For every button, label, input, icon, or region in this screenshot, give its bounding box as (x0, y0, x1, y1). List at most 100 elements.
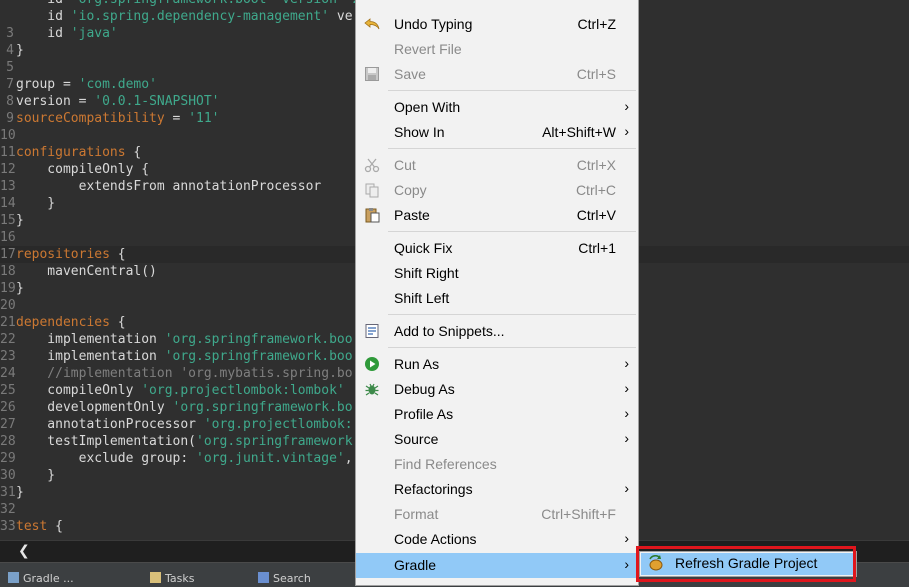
chevron-right-icon: › (624, 380, 629, 396)
code-line[interactable]: 25 compileOnly 'org.projectlombok:lombok… (0, 382, 345, 399)
code-token: annotationProcessor (16, 417, 204, 432)
bottom-tab-search[interactable]: Search (258, 572, 311, 587)
menu-separator (388, 90, 636, 91)
code-line[interactable]: 28 testImplementation('org.springframewo… (0, 433, 353, 450)
code-token: developmentOnly (16, 400, 173, 415)
code-line[interactable]: 3 id 'java' (0, 25, 118, 42)
code-line[interactable]: 9 sourceCompatibility = '11' (0, 110, 219, 127)
code-token: implementation (16, 332, 165, 347)
code-token: exclude group: (16, 451, 197, 466)
menu-separator (388, 314, 636, 315)
code-line[interactable]: 20 (0, 297, 16, 314)
code-line[interactable]: 31} (0, 484, 24, 501)
menu-item-shortcut: Alt+Shift+W (542, 124, 616, 140)
code-token: mavenCentral() (16, 264, 157, 279)
code-line[interactable]: 7 group = 'com.demo' (0, 76, 157, 93)
menu-item-debug-as[interactable]: Debug As › (356, 377, 638, 402)
line-number: 9 (6, 111, 14, 126)
menu-item-shortcut: Ctrl+S (576, 66, 616, 82)
code-token: } (16, 196, 56, 211)
code-token: 'org.projectlombok: (203, 417, 353, 432)
menu-item-label: Shift Right (394, 265, 459, 281)
code-token: implementation (16, 349, 165, 364)
code-token: testImplementation( (16, 434, 197, 449)
chevron-right-icon: › (624, 98, 629, 114)
chevron-right-icon: › (624, 530, 629, 546)
line-number: 17 (0, 247, 16, 262)
code-line[interactable]: 15} (0, 212, 24, 229)
menu-item-refresh-gradle-project[interactable]: Refresh Gradle Project (641, 553, 855, 575)
menu-item-code-actions[interactable]: Code Actions › (356, 527, 638, 552)
code-line[interactable]: 16 (0, 229, 16, 246)
menu-item-undo-typing[interactable]: Undo Typing Ctrl+Z (356, 12, 638, 37)
bottom-tab-tasks[interactable]: Tasks (150, 572, 194, 587)
code-line[interactable]: 12 compileOnly { (0, 161, 149, 178)
menu-item-copy[interactable]: Copy Ctrl+C (356, 178, 638, 203)
code-token: 'org.springframework.boo (164, 332, 353, 347)
code-line[interactable]: 26 developmentOnly 'org.springframework.… (0, 399, 353, 416)
menu-item-refactorings[interactable]: Refactorings › (356, 477, 638, 502)
menu-item-run-as[interactable]: Run As › (356, 352, 638, 377)
menu-item-add-to-snippets[interactable]: Add to Snippets... (356, 319, 638, 344)
code-token: ve (329, 9, 353, 24)
line-number: 28 (0, 434, 16, 449)
code-line[interactable]: 29 exclude group: 'org.junit.vintage', (0, 450, 353, 467)
menu-item-save[interactable]: Save Ctrl+S (356, 62, 638, 87)
code-line[interactable]: id 'io.spring.dependency-management' ve (0, 8, 353, 25)
code-line[interactable]: 22 implementation 'org.springframework.b… (0, 331, 353, 348)
chevron-right-icon: › (624, 405, 629, 421)
code-line[interactable]: 30 } (0, 467, 55, 484)
code-line[interactable]: 27 annotationProcessor 'org.projectlombo… (0, 416, 353, 433)
menu-item-source[interactable]: Source › (356, 427, 638, 452)
code-line[interactable]: 5 (0, 59, 16, 76)
menu-item-profile-as[interactable]: Profile As › (356, 402, 638, 427)
line-number: 24 (0, 366, 16, 381)
line-number: 31 (0, 485, 16, 500)
line-number: 7 (6, 77, 14, 92)
code-line[interactable]: 4} (0, 42, 24, 59)
code-line[interactable]: 13 extendsFrom annotationProcessor (0, 178, 321, 195)
code-line[interactable]: 18 mavenCentral() (0, 263, 157, 280)
menu-item-label: Refresh Gradle Project (675, 555, 818, 571)
line-number: 4 (6, 43, 14, 58)
code-line[interactable]: 24 //implementation 'org.mybatis.spring.… (0, 365, 353, 382)
scroll-left-arrow-icon[interactable]: ❮ (18, 543, 30, 559)
menu-item-shift-left[interactable]: Shift Left (356, 286, 638, 311)
cut-icon (364, 157, 380, 173)
code-line[interactable]: 21dependencies { (0, 314, 126, 331)
menu-item-format[interactable]: Format Ctrl+Shift+F (356, 502, 638, 527)
menu-item-label: Quick Fix (394, 240, 453, 256)
menu-item-quick-fix[interactable]: Quick Fix Ctrl+1 (356, 236, 638, 261)
menu-item-open-with[interactable]: Open With › (356, 95, 638, 120)
menu-item-paste[interactable]: Paste Ctrl+V (356, 203, 638, 228)
refresh-gradle-icon (648, 554, 664, 573)
menu-item-find-references[interactable]: Find References (356, 452, 638, 477)
code-line[interactable]: 11configurations { (0, 144, 141, 161)
menu-item-cut[interactable]: Cut Ctrl+X (356, 153, 638, 178)
gradle-icon (8, 572, 19, 583)
search-icon (258, 572, 269, 583)
line-number: 29 (0, 451, 16, 466)
menu-item-revert-file[interactable]: Revert File (356, 37, 638, 62)
code-line[interactable]: 32 (0, 501, 16, 518)
code-token: 'org.junit.vintage' (196, 451, 345, 466)
menu-item-shortcut: Ctrl+Z (577, 16, 617, 32)
code-line[interactable]: 19} (0, 280, 24, 297)
code-token: } (16, 281, 24, 296)
chevron-right-icon: › (624, 556, 629, 572)
code-token: version = (16, 94, 95, 109)
chevron-right-icon: › (624, 123, 629, 139)
code-line[interactable]: 10 (0, 127, 16, 144)
code-line[interactable]: 23 implementation 'org.springframework.b… (0, 348, 353, 365)
menu-item-gradle[interactable]: Gradle › (356, 553, 638, 578)
line-number: 22 (0, 332, 16, 347)
code-line[interactable]: 33test { (0, 518, 63, 535)
code-line[interactable]: 14 } (0, 195, 55, 212)
code-line[interactable]: 8 version = '0.0.1-SNAPSHOT' (0, 93, 219, 110)
chevron-right-icon: › (624, 480, 629, 496)
undo-icon (364, 16, 380, 32)
bottom-tab-gradle[interactable]: Gradle ... (8, 572, 74, 587)
menu-item-shift-right[interactable]: Shift Right (356, 261, 638, 286)
paste-icon (364, 207, 380, 223)
menu-item-show-in[interactable]: Show In Alt+Shift+W › (356, 120, 638, 145)
